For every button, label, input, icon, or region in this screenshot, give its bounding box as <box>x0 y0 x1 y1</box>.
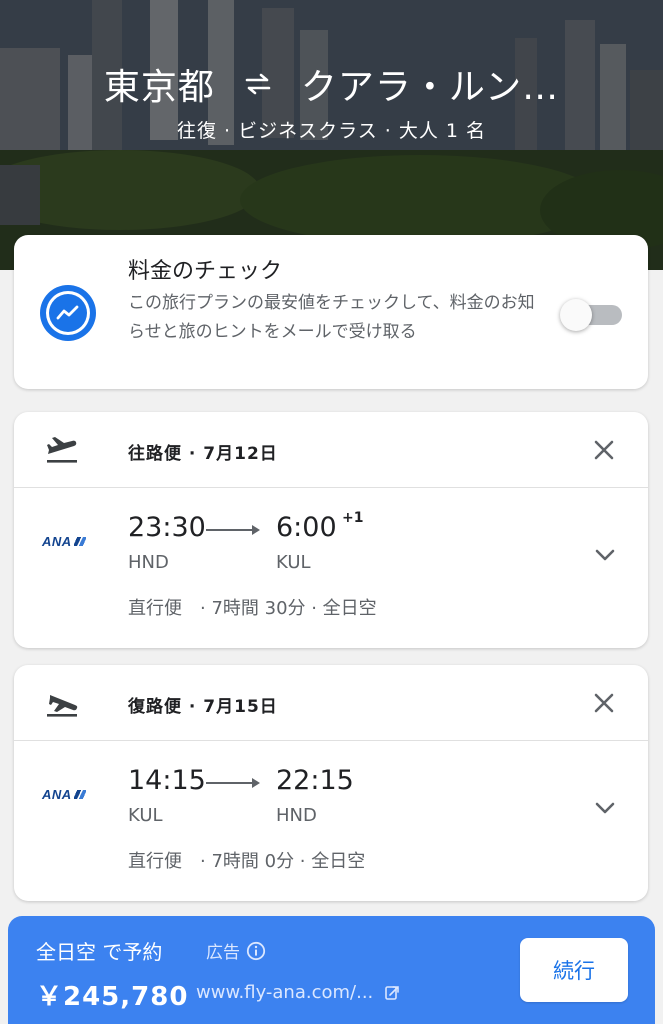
return-header: 復路便 · 7月15日 <box>14 665 648 741</box>
outbound-label: 往路便 · 7月12日 <box>128 444 278 464</box>
ad-label[interactable]: 広告 <box>206 938 266 963</box>
price-tracking-toggle[interactable] <box>560 299 624 331</box>
hero-header: 東京都 クアラ・ルン… 往復 · ビジネスクラス · 大人 1 名 <box>0 0 663 270</box>
trip-summary[interactable]: 往復 · ビジネスクラス · 大人 1 名 <box>0 116 663 143</box>
booking-title: 全日空 で予約 <box>36 940 163 964</box>
day-offset: +1 <box>342 510 364 526</box>
arrival-airport: KUL <box>276 552 311 573</box>
outbound-flight-card[interactable]: 往路便 · 7月12日 ANA 23:30 6:00 +1 HND KUL 直行… <box>14 412 648 648</box>
return-label: 復路便 · 7月15日 <box>128 697 278 717</box>
info-icon[interactable] <box>246 941 266 961</box>
arrival-time: 6:00 <box>276 512 337 543</box>
outbound-details: 直行便 · 7時間 30分 · 全日空 <box>128 594 377 620</box>
arrow-right-icon <box>206 778 260 788</box>
close-icon[interactable] <box>590 436 618 464</box>
stops-label: 直行便 <box>128 598 182 619</box>
booking-price: ￥245,780 <box>36 982 189 1012</box>
swap-icon[interactable] <box>241 69 275 99</box>
departure-time: 23:30 <box>128 512 206 543</box>
chevron-down-icon[interactable] <box>592 795 618 821</box>
trending-icon <box>40 285 96 341</box>
departure-airport: KUL <box>128 805 163 826</box>
destination-city[interactable]: クアラ・ルン… <box>301 58 559 110</box>
price-tracking-description: この旅行プランの最安値をチェックして、料金のお知らせと旅のヒントをメールで受け取… <box>128 293 535 342</box>
departure-time: 14:15 <box>128 765 206 796</box>
ana-logo: ANA <box>42 534 86 549</box>
continue-button[interactable]: 続行 <box>520 938 628 1002</box>
landing-icon <box>47 695 78 717</box>
stops-label: 直行便 <box>128 851 182 872</box>
booking-bar: 全日空 で予約 広告 ￥245,780 www.fly-ana.com/... … <box>8 916 655 1024</box>
arrival-airport: HND <box>276 805 317 826</box>
ana-logo: ANA <box>42 787 86 802</box>
open-external-icon[interactable] <box>383 984 401 1002</box>
return-details: 直行便 · 7時間 0分 · 全日空 <box>128 847 365 873</box>
price-tracking-title: 料金のチェック <box>128 259 283 284</box>
duration-airline: · 7時間 0分 · 全日空 <box>200 851 366 872</box>
departure-airport: HND <box>128 552 169 573</box>
price-tracking-card: 料金のチェック この旅行プランの最安値をチェックして、料金のお知らせと旅のヒント… <box>14 235 648 389</box>
duration-airline: · 7時間 30分 · 全日空 <box>200 598 377 619</box>
return-flight-card[interactable]: 復路便 · 7月15日 ANA 14:15 22:15 KUL HND 直行便 ·… <box>14 665 648 901</box>
outbound-times: 23:30 6:00 +1 <box>128 510 448 552</box>
return-times: 14:15 22:15 <box>128 765 448 805</box>
chevron-down-icon[interactable] <box>592 542 618 568</box>
arrival-time: 22:15 <box>276 765 354 796</box>
close-icon[interactable] <box>590 689 618 717</box>
route-title: 東京都 クアラ・ルン… <box>0 58 663 110</box>
arrow-right-icon <box>206 525 260 535</box>
booking-url[interactable]: www.fly-ana.com/... <box>196 982 401 1003</box>
origin-city[interactable]: 東京都 <box>104 58 215 110</box>
outbound-header: 往路便 · 7月12日 <box>14 412 648 488</box>
takeoff-icon <box>47 437 77 463</box>
